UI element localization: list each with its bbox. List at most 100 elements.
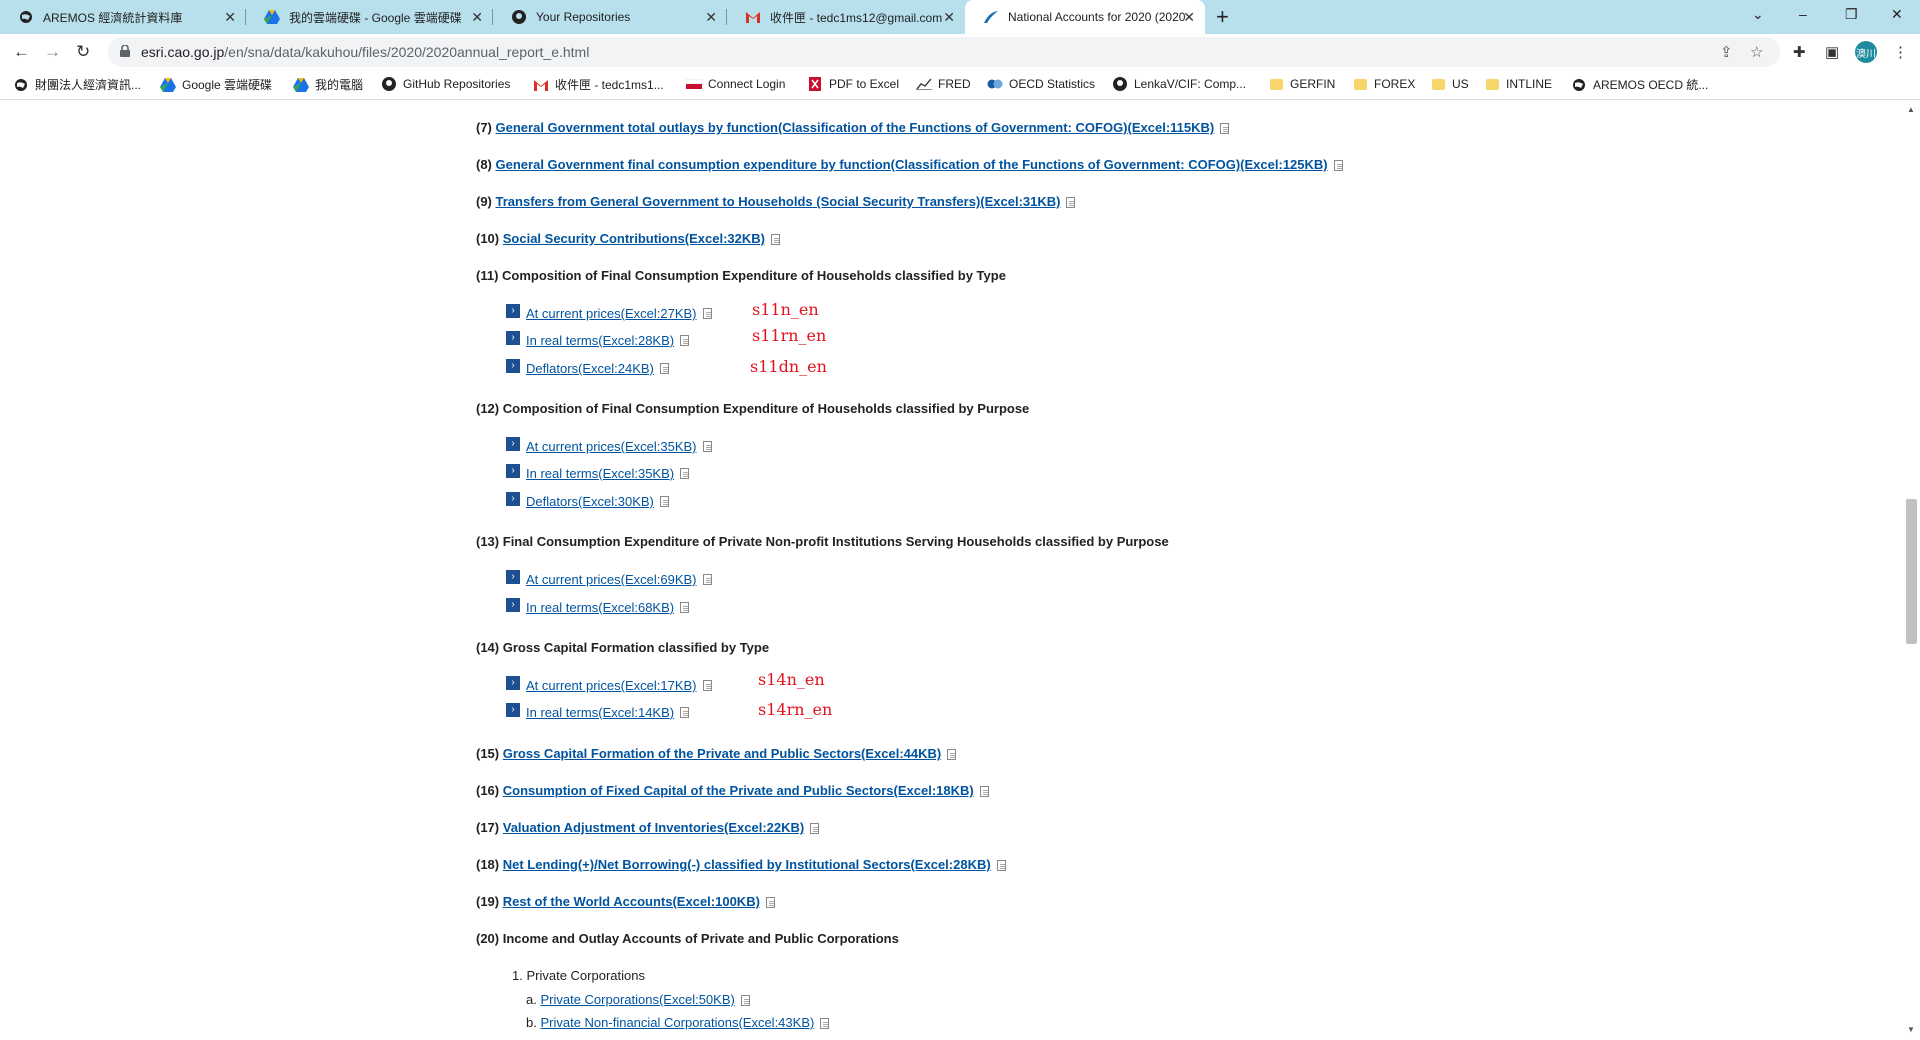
bookmark-item[interactable]: GitHub Repositories — [381, 76, 510, 92]
excel-link[interactable]: In real terms(Excel:14KB) — [526, 705, 674, 720]
chevron-right-icon: › — [506, 597, 520, 612]
document-icon — [659, 363, 669, 374]
sublist-letter: a. — [526, 992, 537, 1007]
bookmark-star-icon[interactable]: ☆ — [1750, 43, 1763, 61]
item-number: (14) — [476, 640, 500, 655]
bookmark-item[interactable]: LenkaV/CIF: Comp... — [1112, 76, 1246, 92]
bookmark-label: PDF to Excel — [829, 77, 900, 91]
bookmark-folder[interactable]: FOREX — [1352, 76, 1415, 92]
bookmark-item[interactable]: PDF to Excel — [807, 76, 899, 92]
excel-link[interactable]: Net Lending(+)/Net Borrowing(-) classifi… — [503, 857, 991, 872]
side-panel-icon[interactable]: ▣ — [1825, 43, 1839, 61]
new-tab-button[interactable]: + — [1216, 4, 1229, 30]
handwritten-annotation: s11rn_en — [752, 326, 827, 345]
sublist-item: a. Private Corporations(Excel:50KB) — [526, 992, 750, 1007]
list-item: (10) Social Security Contributions(Excel… — [476, 231, 780, 246]
tab-label: AREMOS 經濟統計資料庫 — [43, 10, 183, 25]
excel-link[interactable]: In real terms(Excel:68KB) — [526, 600, 674, 615]
bookmark-folder[interactable]: GERFIN — [1268, 76, 1335, 92]
close-icon[interactable]: ✕ — [1183, 9, 1195, 26]
cabinet-office-icon — [983, 9, 999, 25]
item-number: (19) — [476, 894, 500, 909]
excel-link[interactable]: General Government final consumption exp… — [496, 157, 1328, 172]
tab-google-drive[interactable]: 我的雲端硬碟 - Google 雲端硬碟 ✕ — [246, 0, 493, 34]
item-number: (11) — [476, 268, 499, 283]
url-path: /en/sna/data/kakuhou/files/2020/2020annu… — [224, 44, 590, 60]
sublist-heading: 1. Private Corporations — [512, 968, 645, 983]
excel-link[interactable]: Gross Capital Formation of the Private a… — [503, 746, 942, 761]
excel-link[interactable]: Rest of the World Accounts(Excel:100KB) — [503, 894, 760, 909]
chevron-right-icon: › — [506, 358, 520, 373]
item-number: (20) — [476, 931, 500, 946]
close-icon[interactable]: ✕ — [943, 9, 955, 26]
excel-link[interactable]: In real terms(Excel:28KB) — [526, 333, 674, 348]
excel-link[interactable]: Transfers from General Government to Hou… — [496, 194, 1061, 209]
menu-icon[interactable]: ⋮ — [1893, 43, 1908, 61]
bookmark-folder[interactable]: US — [1430, 76, 1469, 92]
forward-button[interactable]: → — [44, 42, 61, 62]
excel-link[interactable]: Deflators(Excel:30KB) — [526, 494, 654, 509]
bookmark-item[interactable]: Google 雲端硬碟 — [160, 76, 272, 93]
avatar[interactable]: 澳川 — [1855, 41, 1877, 63]
minimize-button[interactable]: – — [1799, 6, 1807, 22]
google-drive-icon — [264, 9, 280, 25]
item-number: (10) — [476, 231, 500, 246]
bookmarks-bar: 財團法人經濟資訊... Google 雲端硬碟 我的電腦 GitHub Repo… — [0, 70, 1920, 100]
share-icon[interactable]: ⇪ — [1720, 43, 1733, 61]
document-icon — [996, 860, 1006, 872]
chart-icon — [916, 76, 932, 92]
excel-link[interactable]: General Government total outlays by func… — [496, 120, 1215, 135]
excel-link[interactable]: Consumption of Fixed Capital of the Priv… — [503, 783, 974, 798]
excel-link[interactable]: Deflators(Excel:24KB) — [526, 361, 654, 376]
tab-github[interactable]: Your Repositories ✕ — [493, 0, 727, 34]
gmail-icon — [745, 9, 761, 25]
reload-button[interactable]: ↻ — [76, 42, 90, 62]
tab-national-accounts[interactable]: National Accounts for 2020 (2020 ✕ — [965, 0, 1205, 34]
close-icon[interactable]: ✕ — [224, 9, 236, 26]
scroll-up-icon[interactable]: ▲ — [1907, 105, 1915, 114]
bookmark-item[interactable]: 我的電腦 — [293, 76, 363, 93]
folder-icon — [1352, 76, 1368, 92]
excel-link[interactable]: Social Security Contributions(Excel:32KB… — [503, 231, 765, 246]
document-icon — [680, 335, 690, 346]
back-button[interactable]: ← — [13, 42, 30, 62]
close-icon[interactable]: ✕ — [471, 9, 483, 26]
address-bar[interactable]: esri.cao.go.jp/en/sna/data/kakuhou/files… — [108, 37, 1780, 67]
excel-link[interactable]: In real terms(Excel:35KB) — [526, 466, 674, 481]
window-close-button[interactable]: ✕ — [1891, 6, 1903, 23]
excel-link[interactable]: Private Non-financial Corporations(Excel… — [540, 1015, 814, 1030]
bookmark-item[interactable]: 財團法人經濟資訊... — [13, 76, 141, 93]
bookmark-item[interactable]: FRED — [916, 76, 971, 92]
extensions-icon[interactable]: ✚ — [1793, 43, 1806, 61]
document-icon — [979, 786, 989, 798]
sub-link-row: › At current prices(Excel:17KB) — [506, 675, 712, 693]
bookmark-item[interactable]: AREMOS OECD 統... — [1571, 76, 1708, 93]
chevron-right-icon: › — [506, 569, 520, 584]
bookmark-item[interactable]: 收件匣 - tedc1ms1... — [533, 76, 664, 93]
bookmark-item[interactable]: OECD Statistics — [987, 76, 1095, 92]
excel-link[interactable]: At current prices(Excel:17KB) — [526, 678, 697, 693]
excel-link[interactable]: At current prices(Excel:27KB) — [526, 306, 697, 321]
excel-link[interactable]: At current prices(Excel:35KB) — [526, 439, 697, 454]
excel-link[interactable]: At current prices(Excel:69KB) — [526, 572, 697, 587]
folder-icon — [1430, 76, 1446, 92]
sublist-text: Private Corporations — [526, 968, 645, 983]
excel-link[interactable]: Private Corporations(Excel:50KB) — [540, 992, 734, 1007]
section-heading: (20) Income and Outlay Accounts of Priva… — [476, 931, 899, 946]
scroll-down-icon[interactable]: ▼ — [1907, 1025, 1915, 1034]
url-text[interactable]: esri.cao.go.jp/en/sna/data/kakuhou/files… — [141, 44, 589, 60]
bookmark-folder[interactable]: INTLINE — [1484, 76, 1552, 92]
excel-link[interactable]: Valuation Adjustment of Inventories(Exce… — [503, 820, 804, 835]
scroll-thumb[interactable] — [1906, 499, 1917, 644]
restore-button[interactable]: ❐ — [1845, 6, 1858, 23]
bookmark-label: 收件匣 - tedc1ms1... — [555, 78, 664, 92]
tab-search-icon[interactable]: ⌄ — [1752, 6, 1764, 23]
list-item: (15) Gross Capital Formation of the Priv… — [476, 746, 957, 761]
close-icon[interactable]: ✕ — [705, 9, 717, 26]
tab-aremos[interactable]: AREMOS 經濟統計資料庫 ✕ — [0, 0, 246, 34]
vertical-scrollbar[interactable]: ▲ ▼ — [1903, 101, 1920, 1040]
chevron-right-icon: › — [506, 330, 520, 345]
tab-label: 收件匣 - tedc1ms12@gmail.com — [770, 10, 943, 25]
tab-gmail[interactable]: 收件匣 - tedc1ms12@gmail.com ✕ — [727, 0, 965, 34]
bookmark-item[interactable]: Connect Login — [686, 76, 785, 92]
